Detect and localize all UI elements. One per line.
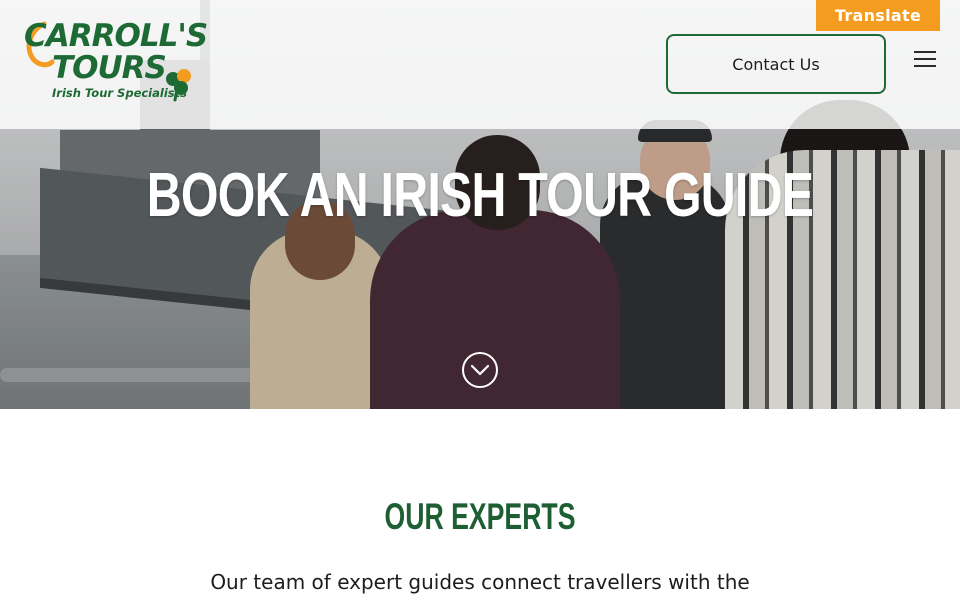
site-header: CARROLL'S TOURS Irish Tour Specialists T… [0,0,960,129]
shamrock-icon [166,69,191,102]
scroll-down-button[interactable] [462,352,498,388]
section-heading-our-experts: OUR EXPERTS [384,496,576,537]
chevron-down-icon [470,364,490,376]
hero-title: BOOK AN IRISH TOUR GUIDE [146,161,814,230]
menu-line-middle [914,58,936,60]
logo-wordmark-line2: TOURS [52,50,167,86]
translate-button[interactable]: Translate [816,0,940,31]
menu-line-bottom [914,65,936,67]
intro-paragraph: Our team of expert guides connect travel… [210,570,750,594]
contact-us-button[interactable]: Contact Us [666,34,886,94]
hamburger-menu-icon[interactable] [912,48,939,70]
menu-line-top [914,51,936,53]
logo-wordmark-line1: CARROLL'S [24,18,208,54]
carrolls-tours-logo[interactable]: CARROLL'S TOURS Irish Tour Specialists [22,14,208,106]
